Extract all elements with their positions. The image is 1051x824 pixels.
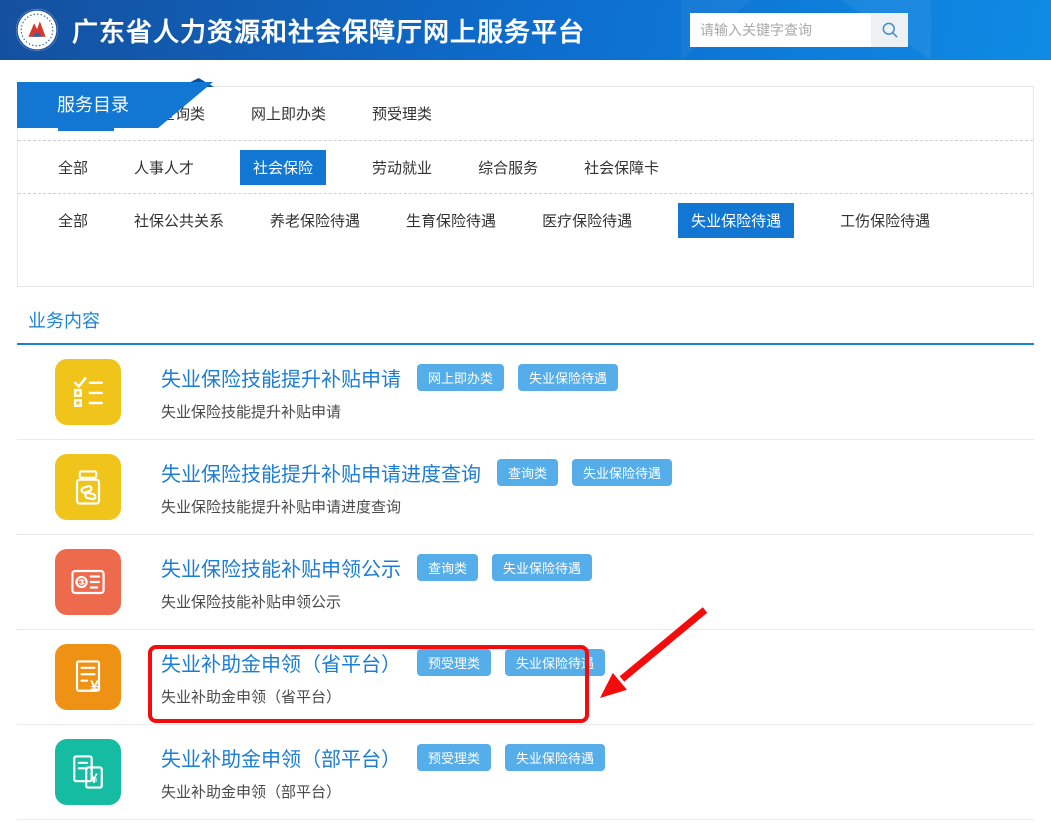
search-icon [880, 20, 900, 40]
service-type-badge: 预受理类 [417, 649, 491, 676]
filter-option[interactable]: 工伤保险待遇 [840, 210, 930, 231]
service-row-highlighted: ¥ 失业补助金申领（省平台） 预受理类 失业保险待遇 失业补助金申领（省平台） [17, 630, 1034, 725]
badge-group: 预受理类 失业保险待遇 [417, 649, 605, 676]
document-yuan-icon: ¥ [55, 644, 121, 710]
filter-option[interactable]: 社会保障卡 [584, 157, 659, 178]
service-type-badge: 查询类 [417, 554, 478, 581]
search-bar [690, 13, 908, 47]
section-title: 业务内容 [28, 307, 1034, 333]
filter-option[interactable]: 综合服务 [478, 157, 538, 178]
service-title-link[interactable]: 失业保险技能补贴申领公示 [161, 553, 401, 582]
service-description: 失业保险技能提升补贴申请进度查询 [161, 496, 672, 517]
filter-option[interactable]: 社会保险 [240, 150, 326, 185]
app-header: 广东省人力资源和社会保障厅网上服务平台 [0, 0, 1051, 60]
service-row: 失业保险技能提升补贴申请 网上即办类 失业保险待遇 失业保险技能提升补贴申请 [17, 345, 1034, 440]
badge-group: 查询类 失业保险待遇 [497, 459, 672, 486]
service-category-badge: 失业保险待遇 [505, 649, 605, 676]
service-category-badge: 失业保险待遇 [572, 459, 672, 486]
filter-option[interactable]: 养老保险待遇 [270, 210, 360, 231]
service-category-badge: 失业保险待遇 [518, 364, 618, 391]
badge-group: 预受理类 失业保险待遇 [417, 744, 605, 771]
filter-row-category: 全部 人事人才 社会保险 劳动就业 综合服务 社会保障卡 [18, 140, 1033, 193]
social-security-card-icon [55, 549, 121, 615]
checklist-icon [55, 359, 121, 425]
service-description: 失业保险技能提升补贴申请 [161, 401, 618, 422]
service-type-badge: 预受理类 [417, 744, 491, 771]
documents-yuan-icon: ¥ [55, 739, 121, 805]
service-description: 失业补助金申领（部平台） [161, 781, 605, 802]
page-title: 广东省人力资源和社会保障厅网上服务平台 [72, 12, 585, 49]
search-button[interactable] [871, 13, 908, 47]
service-list: 失业保险技能提升补贴申请 网上即办类 失业保险待遇 失业保险技能提升补贴申请 失… [17, 345, 1034, 820]
service-title-link[interactable]: 失业保险技能提升补贴申请进度查询 [161, 458, 481, 487]
filter-option[interactable]: 全部 [58, 210, 88, 231]
filter-option[interactable]: 医疗保险待遇 [542, 210, 632, 231]
service-row: ¥ 失业补助金申领（部平台） 预受理类 失业保险待遇 失业补助金申领（部平台） [17, 725, 1034, 820]
svg-text:¥: ¥ [90, 771, 98, 786]
service-category-badge: 失业保险待遇 [505, 744, 605, 771]
service-title-link[interactable]: 失业保险技能提升补贴申请 [161, 363, 401, 392]
filter-row-subcategory: 全部 社保公共关系 养老保险待遇 生育保险待遇 医疗保险待遇 失业保险待遇 工伤… [18, 193, 1033, 246]
medicine-bottle-icon [55, 454, 121, 520]
service-row: 失业保险技能提升补贴申请进度查询 查询类 失业保险待遇 失业保险技能提升补贴申请… [17, 440, 1034, 535]
search-input[interactable] [690, 13, 871, 47]
filter-option[interactable]: 全部 [58, 157, 88, 178]
filter-option[interactable]: 人事人才 [134, 157, 194, 178]
filter-option[interactable]: 社保公共关系 [134, 210, 224, 231]
service-type-badge: 查询类 [497, 459, 558, 486]
svg-text:¥: ¥ [90, 679, 99, 696]
badge-group: 查询类 失业保险待遇 [417, 554, 592, 581]
service-row: 失业保险技能补贴申领公示 查询类 失业保险待遇 失业保险技能补贴申领公示 [17, 535, 1034, 630]
service-description: 失业保险技能补贴申领公示 [161, 591, 592, 612]
filter-option[interactable]: 生育保险待遇 [406, 210, 496, 231]
filter-option[interactable]: 预受理类 [372, 103, 432, 124]
section-header: 业务内容 [17, 287, 1034, 345]
service-type-badge: 网上即办类 [417, 364, 504, 391]
service-title-link[interactable]: 失业补助金申领（省平台） [161, 648, 401, 677]
filter-option[interactable]: 劳动就业 [372, 157, 432, 178]
gdhrss-emblem-icon [14, 7, 60, 53]
service-description: 失业补助金申领（省平台） [161, 686, 605, 707]
filter-option[interactable]: 失业保险待遇 [678, 203, 794, 238]
service-catalog-panel: 服务目录 全部 查询类 网上即办类 预受理类 全部 人事人才 社会保险 劳动就业… [17, 86, 1034, 287]
service-title-link[interactable]: 失业补助金申领（部平台） [161, 743, 401, 772]
badge-group: 网上即办类 失业保险待遇 [417, 364, 618, 391]
filter-option[interactable]: 网上即办类 [251, 103, 326, 124]
service-category-badge: 失业保险待遇 [492, 554, 592, 581]
